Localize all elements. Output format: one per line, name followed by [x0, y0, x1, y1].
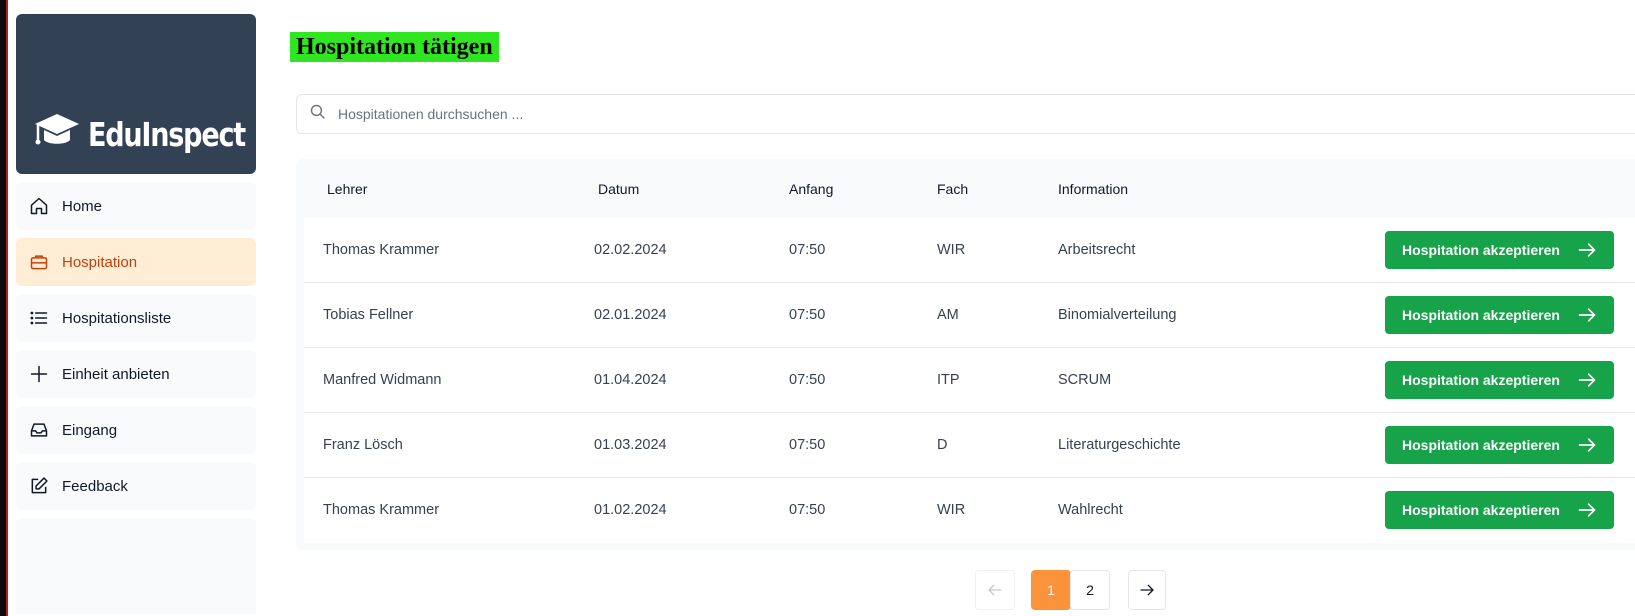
cell-fach: AM: [937, 307, 959, 323]
home-icon: [28, 195, 50, 217]
hospitation-table: Lehrer Datum Anfang Fach Information Tho…: [296, 159, 1635, 550]
sidebar-item-home[interactable]: Home: [16, 182, 256, 230]
column-header-anfang[interactable]: Anfang: [789, 181, 833, 197]
column-header-datum[interactable]: Datum: [598, 181, 639, 197]
next-page-button[interactable]: [1128, 570, 1166, 610]
cell-anfang: 07:50: [789, 242, 826, 258]
button-label: Hospitation akzeptieren: [1402, 242, 1560, 258]
cell-fach: WIR: [937, 242, 966, 258]
cell-lehrer: Thomas Krammer: [323, 242, 440, 258]
search-input[interactable]: [338, 106, 1238, 122]
cell-information: Binomialverteilung: [1058, 307, 1177, 323]
cell-anfang: 07:50: [789, 307, 826, 323]
accept-hospitation-button[interactable]: Hospitation akzeptieren: [1385, 426, 1614, 464]
sidebar-item-label: Hospitation: [62, 253, 138, 271]
button-label: Hospitation akzeptieren: [1402, 372, 1560, 388]
button-label: Hospitation akzeptieren: [1402, 437, 1560, 453]
sidebar-item-einheit-anbieten[interactable]: Einheit anbieten: [16, 350, 256, 398]
sidebar-item-feedback[interactable]: Feedback: [16, 462, 256, 510]
cell-datum: 02.01.2024: [594, 307, 667, 323]
window-edge: [0, 0, 8, 616]
logo-inner: EduInspect: [34, 112, 279, 157]
main-content: Hospitation tätigen Lehrer Datum Anfang …: [290, 0, 1635, 616]
sidebar-item-hospitation[interactable]: Hospitation: [16, 238, 256, 286]
cell-lehrer: Manfred Widmann: [323, 372, 442, 388]
cell-datum: 02.02.2024: [594, 242, 667, 258]
inbox-icon: [28, 419, 50, 441]
logo[interactable]: EduInspect: [16, 14, 256, 174]
arrow-right-icon: [1578, 373, 1596, 387]
accept-hospitation-button[interactable]: Hospitation akzeptieren: [1385, 296, 1614, 334]
arrow-right-icon: [1140, 584, 1154, 596]
table-row: Tobias Fellner 02.01.2024 07:50 AM Binom…: [304, 283, 1635, 348]
cell-lehrer: Franz Lösch: [323, 437, 403, 453]
prev-page-button[interactable]: [975, 570, 1015, 610]
column-header-lehrer[interactable]: Lehrer: [327, 181, 367, 197]
button-label: Hospitation akzeptieren: [1402, 307, 1560, 323]
cell-anfang: 07:50: [789, 372, 826, 388]
sidebar-item-label: Eingang: [62, 421, 118, 439]
accept-hospitation-button[interactable]: Hospitation akzeptieren: [1385, 361, 1614, 399]
arrow-right-icon: [1578, 308, 1596, 322]
arrow-right-icon: [1578, 503, 1596, 517]
page-button-2[interactable]: 2: [1070, 570, 1110, 610]
search-bar[interactable]: [296, 94, 1635, 134]
cell-information: SCRUM: [1058, 372, 1112, 388]
sidebar-item-label: Home: [62, 197, 103, 215]
plus-icon: [28, 363, 50, 385]
cell-lehrer: Tobias Fellner: [323, 307, 414, 323]
sidebar-item-label: Einheit anbieten: [62, 365, 170, 383]
cell-fach: D: [937, 437, 948, 453]
sidebar-item-eingang[interactable]: Eingang: [16, 406, 256, 454]
cell-information: Literaturgeschichte: [1058, 437, 1181, 453]
sidebar: EduInspect Home Hospitation Hospitations…: [16, 14, 256, 616]
graduation-cap-icon: [34, 112, 80, 157]
table-row: Thomas Krammer 01.02.2024 07:50 WIR Wahl…: [304, 478, 1635, 543]
sidebar-nav: Home Hospitation Hospitationsliste Einhe…: [16, 182, 256, 614]
column-header-fach[interactable]: Fach: [937, 181, 968, 197]
table-body: Thomas Krammer 02.02.2024 07:50 WIR Arbe…: [304, 218, 1635, 543]
sidebar-filler: [16, 518, 256, 614]
arrow-right-icon: [1578, 243, 1596, 257]
search-icon: [309, 103, 326, 125]
table-row: Thomas Krammer 02.02.2024 07:50 WIR Arbe…: [304, 218, 1635, 283]
cell-fach: WIR: [937, 502, 966, 518]
sidebar-item-label: Feedback: [62, 477, 128, 495]
table-row: Manfred Widmann 01.04.2024 07:50 ITP SCR…: [304, 348, 1635, 413]
list-icon: [28, 307, 50, 329]
sidebar-item-label: Hospitationsliste: [62, 309, 172, 327]
cell-datum: 01.02.2024: [594, 502, 667, 518]
cell-lehrer: Thomas Krammer: [323, 502, 440, 518]
accept-hospitation-button[interactable]: Hospitation akzeptieren: [1385, 491, 1614, 529]
cell-information: Arbeitsrecht: [1058, 242, 1136, 258]
arrow-right-icon: [1578, 438, 1596, 452]
cell-datum: 01.03.2024: [594, 437, 667, 453]
page-button-1[interactable]: 1: [1031, 570, 1071, 610]
cell-anfang: 07:50: [789, 502, 826, 518]
edit-icon: [28, 475, 50, 497]
page-title: Hospitation tätigen: [290, 32, 499, 62]
column-header-information[interactable]: Information: [1058, 181, 1128, 197]
arrow-left-icon: [988, 584, 1002, 596]
sidebar-item-hospitationsliste[interactable]: Hospitationsliste: [16, 294, 256, 342]
briefcase-icon: [28, 251, 50, 273]
button-label: Hospitation akzeptieren: [1402, 502, 1560, 518]
table-header: Lehrer Datum Anfang Fach Information: [296, 159, 1635, 218]
cell-fach: ITP: [937, 372, 960, 388]
accept-hospitation-button[interactable]: Hospitation akzeptieren: [1385, 231, 1614, 269]
table-row: Franz Lösch 01.03.2024 07:50 D Literatur…: [304, 413, 1635, 478]
cell-information: Wahlrecht: [1058, 502, 1123, 518]
cell-anfang: 07:50: [789, 437, 826, 453]
cell-datum: 01.04.2024: [594, 372, 667, 388]
brand-name: EduInspect: [88, 115, 246, 154]
